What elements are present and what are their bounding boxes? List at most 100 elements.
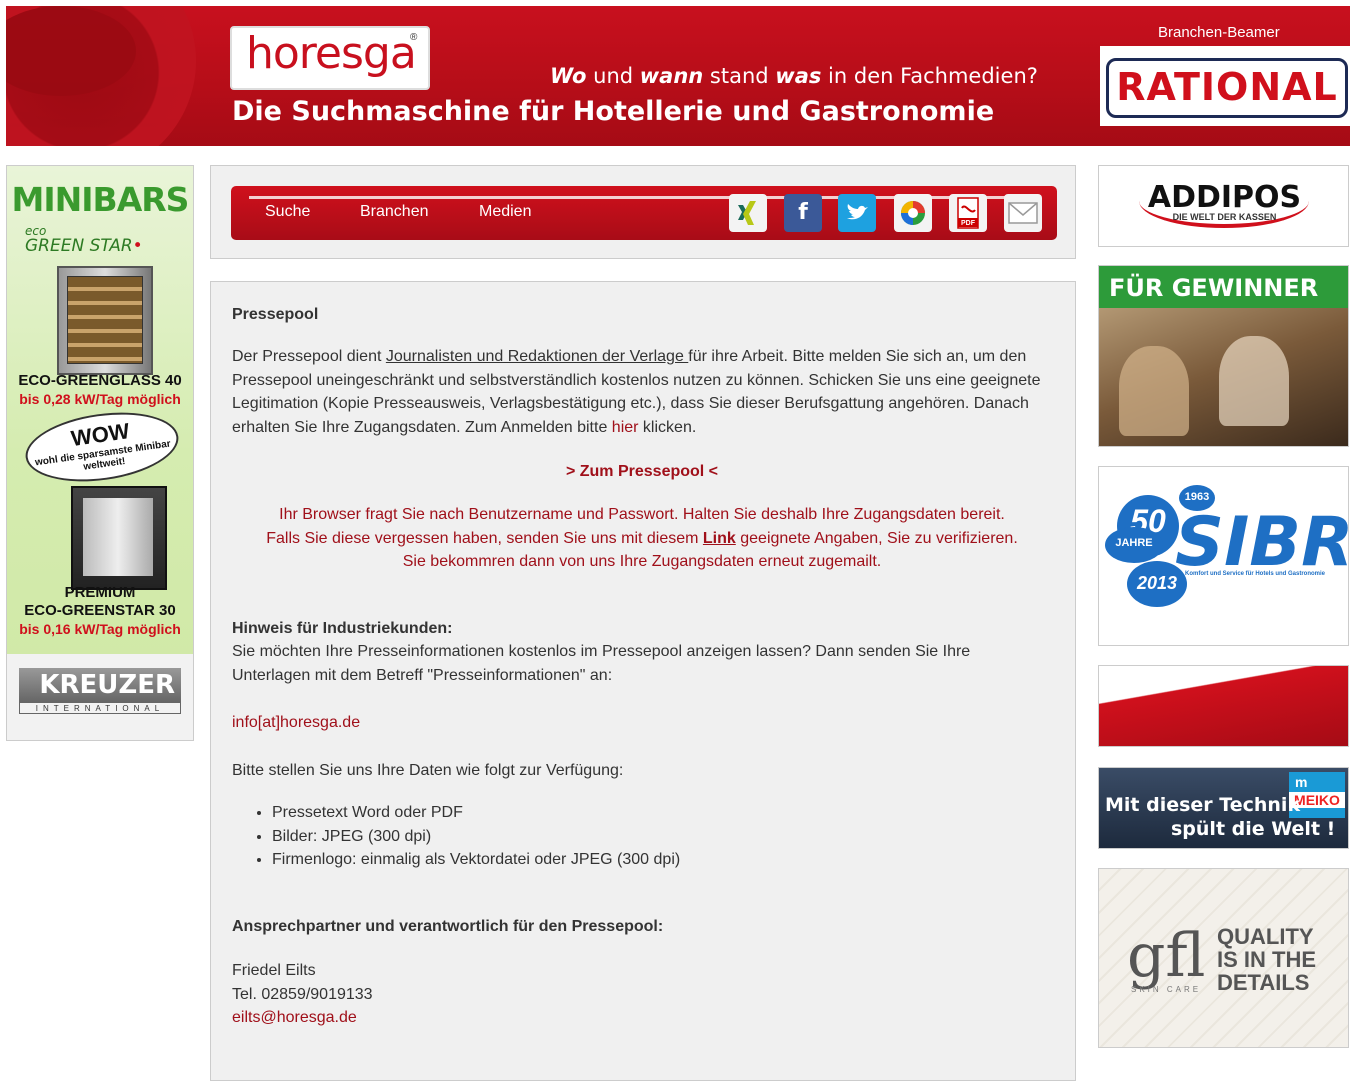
gewinner-text: FÜR GEWINNER	[1109, 274, 1319, 302]
tagline-word-wann: wann	[639, 64, 704, 88]
gewinner-ad[interactable]: FÜR GEWINNER	[1098, 265, 1349, 447]
fridge-glass-door	[67, 276, 143, 364]
navigation-bar: Suche Branchen Medien f PDF	[231, 186, 1057, 240]
pressepool-link[interactable]: > Zum Pressepool <	[566, 463, 718, 480]
data-intro: Bitte stellen Sie uns Ihre Daten wie fol…	[232, 762, 624, 779]
site-header: horesga ® Wo und wann stand was in den F…	[6, 6, 1350, 146]
page-headline: Die Suchmaschine für Hotellerie und Gast…	[232, 96, 995, 127]
gewinner-banner: FÜR GEWINNER	[1099, 266, 1348, 308]
browser-note-line2: Falls Sie diese vergessen haben, senden …	[232, 527, 1052, 551]
browser-note-line2b: geeignete Angaben, Sie zu verifizieren.	[735, 529, 1018, 547]
addipos-ad[interactable]: ADDIPOS DIE WELT DER KASSEN	[1098, 165, 1349, 247]
meiko-ad[interactable]: m MEIKO Mit dieser Technik spült die Wel…	[1098, 767, 1349, 849]
tagline: Wo und wann stand was in den Fachmedien?	[550, 64, 1038, 88]
tagline-text-3: in den Fachmedien?	[821, 64, 1038, 88]
eco-prefix: eco	[25, 224, 47, 238]
journalists-link[interactable]: Journalisten und Redaktionen der Verlage	[386, 348, 688, 365]
nav-link-suche[interactable]: Suche	[265, 203, 310, 221]
browser-note-line1: Ihr Browser fragt Sie nach Benutzername …	[279, 506, 1005, 523]
intro-text-a: Der Pressepool dient	[232, 348, 386, 365]
contact-phone: Tel. 02859/9019133	[232, 986, 373, 1003]
gfl-claim: QUALITY IS IN THE DETAILS	[1217, 925, 1316, 994]
info-email-wrap: info[at]horesga.de	[232, 711, 1062, 735]
eye-graphic	[6, 6, 196, 146]
register-here-link[interactable]: hier	[612, 419, 639, 436]
product2-label: PREMIUM	[64, 584, 136, 601]
navigation-panel: Suche Branchen Medien f PDF	[210, 165, 1076, 259]
tagline-text-2: stand	[703, 64, 776, 88]
verification-link[interactable]: Link	[703, 530, 736, 547]
star-icon: •	[132, 236, 143, 256]
intro-text-c: klicken.	[638, 418, 697, 436]
gfl-claim-line1: QUALITY	[1217, 924, 1314, 949]
kreuzer-logo-area: KREUZER INTERNATIONAL	[7, 654, 193, 740]
browser-note-line2a: Falls Sie diese vergessen haben, senden …	[266, 529, 703, 547]
intro-paragraph: Der Pressepool dient Journalisten und Re…	[232, 345, 1062, 439]
fridge-steel-door	[83, 498, 153, 576]
twitter-icon[interactable]	[838, 194, 876, 232]
main-content: Pressepool Der Pressepool dient Journali…	[210, 281, 1076, 1081]
list-item: Firmenlogo: einmalig als Vektordatei ode…	[272, 848, 1062, 872]
premium-minibar-image	[71, 486, 167, 590]
eco-green-star-logo: eco GREEN STAR•	[25, 224, 143, 256]
guests-photo	[1119, 346, 1189, 436]
product1-consumption: bis 0,28 kW/Tag möglich	[19, 391, 181, 407]
industry-hint-title: Hinweis für Industriekunden:	[232, 620, 453, 637]
horesga-logo[interactable]: horesga ®	[230, 26, 430, 90]
waitress-photo	[1219, 336, 1289, 426]
gfl-ad[interactable]: gfl SKIN CARE QUALITY IS IN THE DETAILS	[1098, 868, 1349, 1048]
kreuzer-international: INTERNATIONAL	[19, 702, 181, 714]
tagline-word-wo: Wo	[550, 64, 587, 88]
list-item: Bilder: JPEG (300 dpi)	[272, 825, 1062, 849]
rational-logo-text: RATIONAL	[1116, 65, 1338, 109]
red-banner-ad[interactable]	[1098, 665, 1349, 747]
logo-registered-mark: ®	[410, 32, 418, 43]
meiko-m: m	[1295, 774, 1308, 790]
sibra-jahre-text: JAHRE	[1115, 537, 1153, 549]
pdf-icon[interactable]: PDF	[949, 194, 987, 232]
contact-email-link[interactable]: eilts@horesga.de	[232, 1009, 357, 1026]
branchen-beamer-label: Branchen-Beamer	[1158, 24, 1280, 41]
gfl-claim-line3: DETAILS	[1217, 970, 1310, 995]
product1-name: ECO-GREENGLASS 40	[18, 372, 182, 389]
addipos-claim: DIE WELT DER KASSEN	[1172, 212, 1277, 222]
rational-banner[interactable]: RATIONAL	[1100, 46, 1350, 126]
minibars-ad[interactable]: MINIBARS eco GREEN STAR• ECO-GREENGLASS 4…	[6, 165, 194, 741]
eye-pupil	[6, 6, 136, 96]
pdf-label: PDF	[961, 220, 975, 227]
pressepool-link-wrap: > Zum Pressepool <	[232, 460, 1052, 484]
product2-name: ECO-GREENSTAR 30	[24, 602, 176, 619]
addipos-logo: ADDIPOS	[1147, 180, 1302, 215]
nav-link-medien[interactable]: Medien	[479, 203, 531, 221]
browser-note-line3: Sie bekommren dann von uns Ihre Zugangsd…	[402, 553, 882, 571]
product2-consumption: bis 0,16 kW/Tag möglich	[19, 621, 181, 637]
sibra-ad[interactable]: 50 1963 JAHRE 2013 SIBRA Komfort und Ser…	[1098, 466, 1349, 646]
tagline-text-1: und	[586, 64, 640, 88]
gfl-skin-care: SKIN CARE	[1131, 985, 1202, 994]
facebook-icon[interactable]: f	[784, 194, 822, 232]
wow-bubble: WOW wohl die sparsamste Minibar weltweit…	[21, 403, 183, 491]
list-item: Pressetext Word oder PDF	[272, 801, 1062, 825]
industry-hint-text: Sie möchten Ihre Presseinformationen kos…	[232, 643, 971, 684]
email-icon[interactable]	[1004, 194, 1042, 232]
gfl-logo: gfl	[1127, 921, 1206, 991]
contact-title: Ansprechpartner und verantwortlich für d…	[232, 918, 664, 935]
info-email-link[interactable]: info[at]horesga.de	[232, 714, 360, 731]
glass-minibar-image	[57, 266, 153, 375]
nav-link-branchen[interactable]: Branchen	[360, 203, 429, 221]
ad-title: MINIBARS	[11, 180, 190, 219]
browser-note: Ihr Browser fragt Sie nach Benutzername …	[232, 503, 1052, 574]
kreuzer-logo: KREUZER	[19, 668, 181, 702]
sibra-1963-text: 1963	[1184, 491, 1210, 503]
meiko-slogan-line2: spült die Welt !	[1171, 818, 1336, 840]
contact-name: Friedel Eilts	[232, 962, 316, 979]
sibra-claim: Komfort und Service für Hotels und Gastr…	[1185, 571, 1326, 577]
gfl-claim-line2: IS IN THE	[1217, 947, 1317, 972]
page-title: Pressepool	[232, 306, 319, 323]
rational-logo-frame: RATIONAL	[1106, 58, 1348, 118]
requirements-list: Pressetext Word oder PDF Bilder: JPEG (3…	[232, 801, 1062, 872]
google-buzz-icon[interactable]	[894, 194, 932, 232]
contact-email-wrap: eilts@horesga.de	[232, 1006, 1062, 1030]
xing-icon[interactable]	[729, 194, 767, 232]
meiko-slogan-line1: Mit dieser Technik	[1105, 794, 1301, 816]
